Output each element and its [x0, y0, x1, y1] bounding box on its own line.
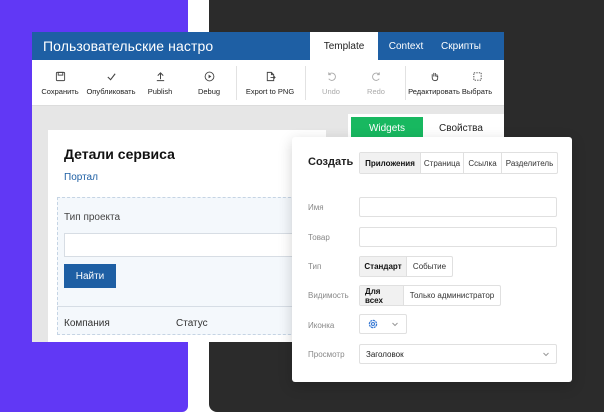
type-toggle: Стандарт Событие — [359, 256, 453, 277]
title-bar: Пользовательские настро Template Context… — [32, 32, 504, 60]
check-icon — [106, 72, 116, 81]
hand-icon — [431, 72, 438, 81]
icon-label: Иконка — [308, 321, 335, 330]
publish-label: Publish — [147, 86, 173, 96]
type-standard[interactable]: Стандарт — [360, 257, 407, 276]
icon-picker[interactable] — [359, 314, 407, 334]
select-icon — [472, 71, 482, 81]
column-header-status: Статус — [176, 318, 208, 329]
save-button[interactable]: Сохранить — [40, 60, 80, 106]
select-label: Выбрать — [461, 86, 493, 96]
table-divider — [57, 306, 326, 307]
visibility-label: Видимость — [308, 291, 349, 300]
undo-button[interactable]: Undo — [314, 60, 348, 106]
tab-link[interactable]: Ссылка — [464, 153, 502, 173]
type-event[interactable]: Событие — [407, 257, 452, 276]
publish-ru-button[interactable]: Опубликовать — [86, 60, 136, 106]
app-title: Пользовательские настро — [43, 38, 214, 54]
export-png-button[interactable]: Export to PNG — [244, 60, 296, 106]
view-select[interactable]: Заголовок — [359, 344, 557, 364]
portal-link[interactable]: Портал — [64, 172, 98, 183]
product-label: Товар — [308, 233, 330, 242]
chevron-down-icon — [543, 352, 549, 357]
redo-button[interactable]: Redo — [359, 60, 393, 106]
undo-label: Undo — [322, 86, 340, 96]
tab-template[interactable]: Template — [310, 32, 378, 60]
export-png-label: Export to PNG — [245, 86, 295, 96]
play-icon — [204, 71, 214, 81]
visibility-admin-only[interactable]: Только администратор — [404, 286, 500, 305]
select-button[interactable]: Выбрать — [460, 60, 494, 106]
tab-applications[interactable]: Приложения — [360, 153, 421, 173]
visibility-toggle: Для всех Только администратор — [359, 285, 501, 306]
project-type-label: Тип проекта — [64, 212, 121, 223]
tab-separator[interactable]: Разделитель — [502, 153, 557, 173]
find-button[interactable]: Найти — [64, 264, 116, 288]
edit-button[interactable]: Редактировать — [408, 60, 460, 106]
create-panel: Создать Приложения Страница Ссылка Разде… — [292, 137, 572, 382]
view-select-value: Заголовок — [366, 349, 404, 359]
save-label: Сохранить — [41, 86, 79, 96]
tab-properties[interactable]: Свойства — [425, 117, 497, 139]
debug-button[interactable]: Debug — [192, 60, 226, 106]
toolbar-divider — [236, 66, 237, 100]
project-type-input[interactable] — [64, 233, 326, 257]
redo-icon — [371, 71, 380, 81]
gear-icon — [368, 319, 378, 329]
tab-page[interactable]: Страница — [421, 153, 464, 173]
publish-ru-label: Опубликовать — [86, 86, 136, 96]
tab-widgets[interactable]: Widgets — [351, 117, 423, 139]
page-title: Детали сервиса — [64, 146, 175, 162]
tab-scripts[interactable]: Скрипты — [436, 32, 486, 60]
tab-context[interactable]: Context — [384, 32, 428, 60]
redo-label: Redo — [367, 86, 385, 96]
design-canvas: Детали сервиса Портал Тип проекта Найти … — [48, 130, 326, 342]
create-type-tabs: Приложения Страница Ссылка Разделитель — [359, 152, 558, 174]
product-input[interactable] — [359, 227, 557, 247]
type-label: Тип — [308, 262, 322, 271]
debug-label: Debug — [197, 86, 221, 96]
edit-label: Редактировать — [408, 86, 460, 96]
column-header-company: Компания — [64, 318, 110, 329]
view-label: Просмотр — [308, 350, 345, 359]
name-input[interactable] — [359, 197, 557, 217]
panel-title: Создать — [308, 156, 354, 168]
publish-button[interactable]: Publish — [142, 60, 178, 106]
save-icon — [55, 71, 65, 81]
name-label: Имя — [308, 203, 324, 212]
visibility-all[interactable]: Для всех — [360, 286, 404, 305]
export-icon — [266, 71, 276, 81]
toolbar-divider — [405, 66, 406, 100]
upload-icon — [156, 71, 164, 81]
toolbar-divider — [305, 66, 306, 100]
toolbar: Сохранить Опубликовать Publish Debug Exp… — [32, 60, 504, 106]
chevron-down-icon — [392, 322, 398, 327]
undo-icon — [327, 71, 336, 81]
